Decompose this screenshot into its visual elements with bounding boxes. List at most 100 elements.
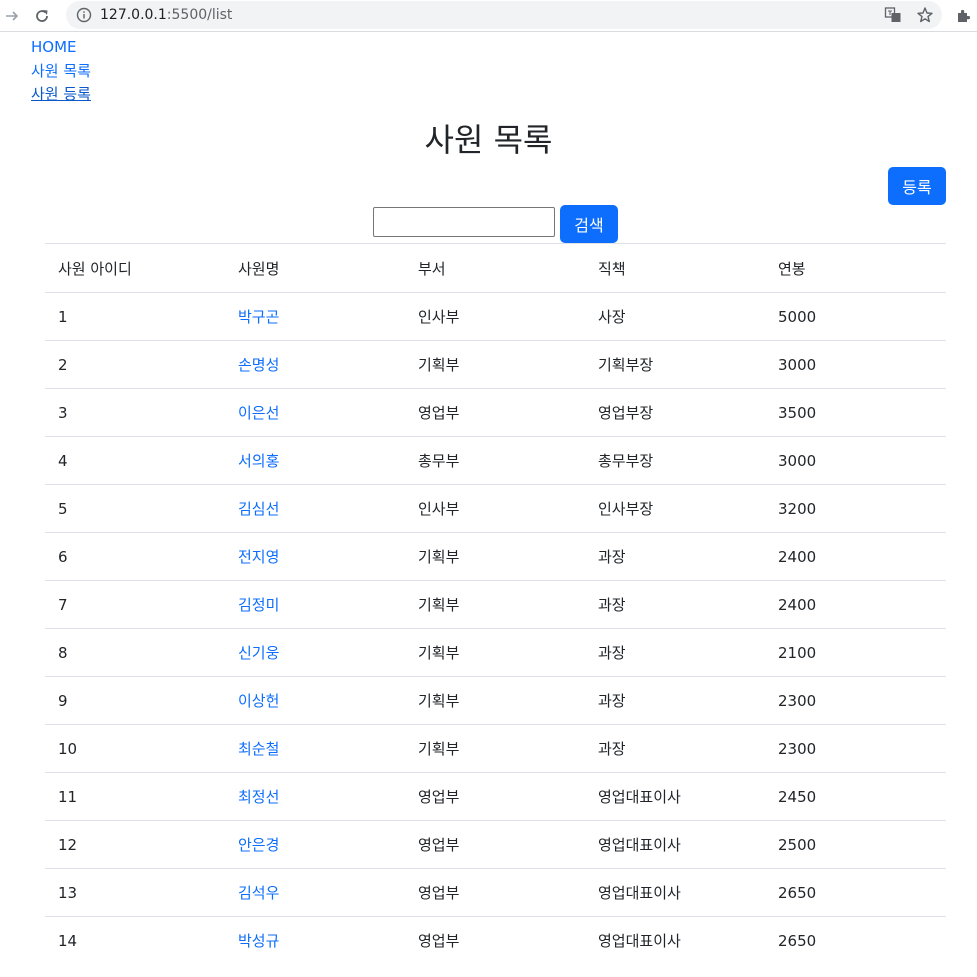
employee-name-link[interactable]: 김석우 bbox=[238, 884, 279, 902]
table-row: 4 서의홍 총무부 총무부장 3000 bbox=[45, 436, 946, 485]
employee-name-link[interactable]: 최정선 bbox=[238, 788, 279, 806]
bookmark-star-icon[interactable] bbox=[916, 6, 934, 24]
url-text[interactable]: 127.0.0.1:5500/list bbox=[100, 6, 232, 24]
cell-salary: 2300 bbox=[765, 724, 946, 773]
cell-position: 영업대표이사 bbox=[585, 820, 765, 869]
cell-employee-name: 전지영 bbox=[225, 532, 405, 581]
cell-department: 기획부 bbox=[405, 724, 585, 773]
cell-employee-name: 이은선 bbox=[225, 388, 405, 437]
table-row: 7 김정미 기획부 과장 2400 bbox=[45, 580, 946, 629]
cell-department: 기획부 bbox=[405, 628, 585, 677]
cell-position: 인사부장 bbox=[585, 484, 765, 533]
cell-salary: 3500 bbox=[765, 388, 946, 437]
cell-salary: 2400 bbox=[765, 580, 946, 629]
cell-department: 기획부 bbox=[405, 340, 585, 389]
table-row: 11 최정선 영업부 영업대표이사 2450 bbox=[45, 772, 946, 821]
table-row: 1 박구곤 인사부 사장 5000 bbox=[45, 292, 946, 341]
cell-employee-name: 박성규 bbox=[225, 916, 405, 965]
home-link[interactable]: HOME bbox=[31, 36, 91, 60]
cell-department: 기획부 bbox=[405, 676, 585, 725]
address-bar[interactable]: 127.0.0.1:5500/list bbox=[66, 1, 942, 29]
table-header-row: 사원 아이디 사원명 부서 직책 연봉 bbox=[45, 243, 946, 293]
cell-department: 영업부 bbox=[405, 772, 585, 821]
search-input[interactable] bbox=[373, 207, 555, 237]
employee-register-link[interactable]: 사원 등록 bbox=[31, 83, 91, 107]
table-row: 2 손명성 기획부 기획부장 3000 bbox=[45, 340, 946, 389]
cell-employee-id: 8 bbox=[45, 628, 225, 677]
cell-employee-id: 1 bbox=[45, 292, 225, 341]
employee-name-link[interactable]: 서의홍 bbox=[238, 452, 279, 470]
cell-employee-id: 4 bbox=[45, 436, 225, 485]
employee-name-link[interactable]: 손명성 bbox=[238, 356, 279, 374]
cell-department: 영업부 bbox=[405, 388, 585, 437]
page-title: 사원 목록 bbox=[424, 121, 553, 159]
cell-employee-name: 최순철 bbox=[225, 724, 405, 773]
cell-department: 총무부 bbox=[405, 436, 585, 485]
reload-icon[interactable] bbox=[30, 4, 54, 28]
cell-department: 기획부 bbox=[405, 532, 585, 581]
cell-employee-name: 안은경 bbox=[225, 820, 405, 869]
cell-employee-name: 이상헌 bbox=[225, 676, 405, 725]
search-button[interactable]: 검색 bbox=[560, 205, 618, 243]
employee-name-link[interactable]: 안은경 bbox=[238, 836, 279, 854]
employee-name-link[interactable]: 이상헌 bbox=[238, 692, 279, 710]
employee-name-link[interactable]: 최순철 bbox=[238, 740, 279, 758]
cell-employee-id: 7 bbox=[45, 580, 225, 629]
cell-salary: 2650 bbox=[765, 868, 946, 917]
cell-salary: 2300 bbox=[765, 676, 946, 725]
browser-toolbar: 127.0.0.1:5500/list bbox=[0, 0, 977, 32]
cell-salary: 3200 bbox=[765, 484, 946, 533]
cell-employee-name: 손명성 bbox=[225, 340, 405, 389]
cell-position: 과장 bbox=[585, 532, 765, 581]
cell-salary: 2500 bbox=[765, 820, 946, 869]
employee-name-link[interactable]: 박성규 bbox=[238, 932, 279, 950]
cell-employee-name: 김정미 bbox=[225, 580, 405, 629]
employee-name-link[interactable]: 이은선 bbox=[238, 404, 279, 422]
employee-name-link[interactable]: 전지영 bbox=[238, 548, 279, 566]
cell-department: 영업부 bbox=[405, 820, 585, 869]
header-employee-name: 사원명 bbox=[225, 243, 405, 293]
extensions-puzzle-icon[interactable] bbox=[952, 4, 976, 28]
translate-icon[interactable] bbox=[884, 6, 902, 24]
cell-employee-id: 2 bbox=[45, 340, 225, 389]
cell-employee-id: 14 bbox=[45, 916, 225, 965]
cell-employee-id: 3 bbox=[45, 388, 225, 437]
employee-name-link[interactable]: 김심선 bbox=[238, 500, 279, 518]
cell-position: 기획부장 bbox=[585, 340, 765, 389]
cell-department: 기획부 bbox=[405, 580, 585, 629]
cell-salary: 2400 bbox=[765, 532, 946, 581]
cell-position: 사장 bbox=[585, 292, 765, 341]
employee-name-link[interactable]: 김정미 bbox=[238, 596, 279, 614]
cell-department: 인사부 bbox=[405, 292, 585, 341]
table-row: 13 김석우 영업부 영업대표이사 2650 bbox=[45, 868, 946, 917]
cell-employee-id: 12 bbox=[45, 820, 225, 869]
forward-arrow-icon[interactable] bbox=[0, 4, 24, 28]
cell-employee-name: 최정선 bbox=[225, 772, 405, 821]
cell-salary: 3000 bbox=[765, 436, 946, 485]
cell-position: 영업부장 bbox=[585, 388, 765, 437]
employee-name-link[interactable]: 신기웅 bbox=[238, 644, 279, 662]
table-row: 3 이은선 영업부 영업부장 3500 bbox=[45, 388, 946, 437]
cell-employee-id: 6 bbox=[45, 532, 225, 581]
cell-department: 영업부 bbox=[405, 868, 585, 917]
cell-position: 영업대표이사 bbox=[585, 916, 765, 965]
cell-salary: 2100 bbox=[765, 628, 946, 677]
employee-list-link[interactable]: 사원 목록 bbox=[31, 60, 91, 84]
header-salary: 연봉 bbox=[765, 243, 946, 293]
cell-department: 인사부 bbox=[405, 484, 585, 533]
table-row: 8 신기웅 기획부 과장 2100 bbox=[45, 628, 946, 677]
cell-salary: 2450 bbox=[765, 772, 946, 821]
cell-employee-name: 박구곤 bbox=[225, 292, 405, 341]
page-nav-links: HOME 사원 목록 사원 등록 bbox=[31, 36, 91, 107]
register-button[interactable]: 등록 bbox=[888, 167, 946, 205]
table-row: 12 안은경 영업부 영업대표이사 2500 bbox=[45, 820, 946, 869]
cell-salary: 5000 bbox=[765, 292, 946, 341]
cell-employee-name: 김심선 bbox=[225, 484, 405, 533]
header-position: 직책 bbox=[585, 243, 765, 293]
info-icon[interactable] bbox=[76, 7, 92, 23]
employee-name-link[interactable]: 박구곤 bbox=[238, 308, 279, 326]
table-row: 9 이상헌 기획부 과장 2300 bbox=[45, 676, 946, 725]
header-department: 부서 bbox=[405, 243, 585, 293]
header-employee-id: 사원 아이디 bbox=[45, 243, 225, 293]
table-row: 14 박성규 영업부 영업대표이사 2650 bbox=[45, 916, 946, 965]
